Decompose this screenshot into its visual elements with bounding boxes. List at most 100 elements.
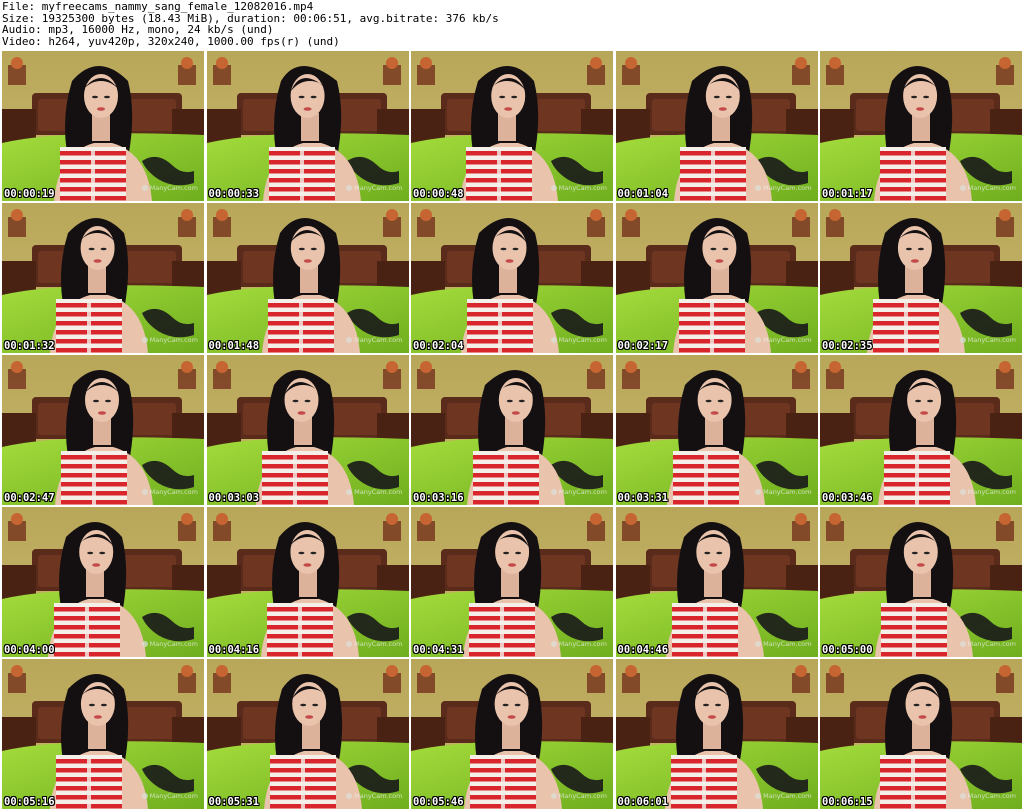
thumbnail-timestamp: 00:06:15 bbox=[822, 796, 873, 808]
watermark-text: ManyCam.com bbox=[558, 792, 607, 800]
manycam-logo-icon bbox=[346, 489, 353, 495]
manycam-logo-icon bbox=[755, 489, 762, 495]
watermark-text: ManyCam.com bbox=[354, 184, 403, 192]
watermark-text: ManyCam.com bbox=[967, 184, 1016, 192]
watermark-text: ManyCam.com bbox=[354, 640, 403, 648]
frame-image bbox=[820, 203, 1022, 353]
manycam-logo-icon bbox=[141, 641, 148, 647]
thumbnail-timestamp: 00:04:46 bbox=[617, 644, 669, 656]
frame-image bbox=[2, 203, 204, 353]
frame-image bbox=[411, 355, 613, 505]
watermark: ManyCam.com bbox=[346, 488, 403, 496]
thumbnail-timestamp: 00:04:16 bbox=[208, 644, 260, 656]
watermark: ManyCam.com bbox=[959, 184, 1016, 192]
frame-image bbox=[411, 51, 613, 201]
watermark: ManyCam.com bbox=[346, 184, 403, 192]
watermark-text: ManyCam.com bbox=[558, 336, 607, 344]
watermark: ManyCam.com bbox=[959, 792, 1016, 800]
video-thumbnail: ManyCam.com 00:05:00 bbox=[820, 507, 1022, 657]
watermark: ManyCam.com bbox=[550, 336, 607, 344]
frame-image bbox=[820, 355, 1022, 505]
frame-image bbox=[2, 507, 204, 657]
video-thumbnail: ManyCam.com 00:01:48 bbox=[206, 203, 409, 353]
manycam-logo-icon bbox=[346, 185, 353, 191]
manycam-logo-icon bbox=[141, 793, 148, 799]
manycam-logo-icon bbox=[550, 793, 557, 799]
thumbnail-grid: ManyCam.com 00:00:19 ManyCam.com 00:00:3… bbox=[2, 51, 1022, 809]
frame-image bbox=[411, 203, 613, 353]
watermark: ManyCam.com bbox=[959, 488, 1016, 496]
video-thumbnail: ManyCam.com 00:01:32 bbox=[2, 203, 204, 353]
manycam-logo-icon bbox=[755, 793, 762, 799]
watermark-text: ManyCam.com bbox=[558, 488, 607, 496]
watermark-text: ManyCam.com bbox=[967, 640, 1016, 648]
manycam-logo-icon bbox=[959, 337, 966, 343]
thumbnail-timestamp: 00:03:16 bbox=[413, 492, 464, 504]
watermark: ManyCam.com bbox=[959, 640, 1016, 648]
frame-image bbox=[615, 507, 818, 657]
thumbnail-timestamp: 00:05:16 bbox=[4, 796, 55, 808]
video-thumbnail: ManyCam.com 00:05:46 bbox=[411, 659, 613, 809]
watermark: ManyCam.com bbox=[550, 488, 607, 496]
watermark-text: ManyCam.com bbox=[967, 488, 1016, 496]
manycam-logo-icon bbox=[550, 641, 557, 647]
watermark-text: ManyCam.com bbox=[763, 488, 812, 496]
watermark: ManyCam.com bbox=[141, 336, 198, 344]
video-thumbnail: ManyCam.com 00:01:17 bbox=[820, 51, 1022, 201]
video-thumbnail: ManyCam.com 00:00:33 bbox=[206, 51, 409, 201]
manycam-logo-icon bbox=[959, 489, 966, 495]
manycam-logo-icon bbox=[959, 185, 966, 191]
manycam-logo-icon bbox=[346, 793, 353, 799]
manycam-logo-icon bbox=[959, 793, 966, 799]
file-name-line: File: myfreecams_nammy_sang_female_12082… bbox=[2, 0, 314, 13]
watermark: ManyCam.com bbox=[755, 488, 812, 496]
frame-image bbox=[206, 203, 409, 353]
watermark: ManyCam.com bbox=[141, 792, 198, 800]
thumbnail-timestamp: 00:00:33 bbox=[208, 188, 260, 200]
frame-image bbox=[615, 355, 818, 505]
watermark-text: ManyCam.com bbox=[354, 792, 403, 800]
frame-image bbox=[206, 51, 409, 201]
watermark-text: ManyCam.com bbox=[354, 336, 403, 344]
thumbnail-timestamp: 00:05:31 bbox=[208, 796, 260, 808]
frame-image bbox=[411, 659, 613, 809]
thumbnail-timestamp: 00:01:48 bbox=[208, 340, 260, 352]
video-thumbnail: ManyCam.com 00:04:00 bbox=[2, 507, 204, 657]
manycam-logo-icon bbox=[141, 185, 148, 191]
watermark: ManyCam.com bbox=[550, 640, 607, 648]
manycam-logo-icon bbox=[755, 185, 762, 191]
frame-image bbox=[206, 659, 409, 809]
watermark-text: ManyCam.com bbox=[354, 488, 403, 496]
frame-image bbox=[615, 203, 818, 353]
video-thumbnail: ManyCam.com 00:01:04 bbox=[615, 51, 818, 201]
thumbnail-timestamp: 00:00:19 bbox=[4, 188, 55, 200]
watermark: ManyCam.com bbox=[141, 488, 198, 496]
frame-image bbox=[2, 659, 204, 809]
watermark-text: ManyCam.com bbox=[763, 640, 812, 648]
watermark: ManyCam.com bbox=[755, 184, 812, 192]
video-thumbnail: ManyCam.com 00:04:31 bbox=[411, 507, 613, 657]
thumbnail-timestamp: 00:01:32 bbox=[4, 340, 55, 352]
video-thumbnail: ManyCam.com 00:00:48 bbox=[411, 51, 613, 201]
video-thumbnail: ManyCam.com 00:05:31 bbox=[206, 659, 409, 809]
thumbnail-timestamp: 00:05:46 bbox=[413, 796, 464, 808]
video-thumbnail: ManyCam.com 00:04:16 bbox=[206, 507, 409, 657]
watermark-text: ManyCam.com bbox=[967, 792, 1016, 800]
manycam-logo-icon bbox=[346, 337, 353, 343]
watermark: ManyCam.com bbox=[550, 184, 607, 192]
manycam-logo-icon bbox=[141, 489, 148, 495]
watermark: ManyCam.com bbox=[959, 336, 1016, 344]
thumbnail-timestamp: 00:03:03 bbox=[208, 492, 260, 504]
video-thumbnail: ManyCam.com 00:02:35 bbox=[820, 203, 1022, 353]
thumbnail-timestamp: 00:05:00 bbox=[822, 644, 873, 656]
video-thumbnail: ManyCam.com 00:03:16 bbox=[411, 355, 613, 505]
frame-image bbox=[615, 659, 818, 809]
manycam-logo-icon bbox=[755, 337, 762, 343]
frame-image bbox=[615, 51, 818, 201]
thumbnail-timestamp: 00:02:17 bbox=[617, 340, 669, 352]
watermark: ManyCam.com bbox=[141, 184, 198, 192]
watermark: ManyCam.com bbox=[346, 336, 403, 344]
frame-image bbox=[2, 51, 204, 201]
thumbnail-timestamp: 00:03:46 bbox=[822, 492, 873, 504]
watermark: ManyCam.com bbox=[755, 336, 812, 344]
